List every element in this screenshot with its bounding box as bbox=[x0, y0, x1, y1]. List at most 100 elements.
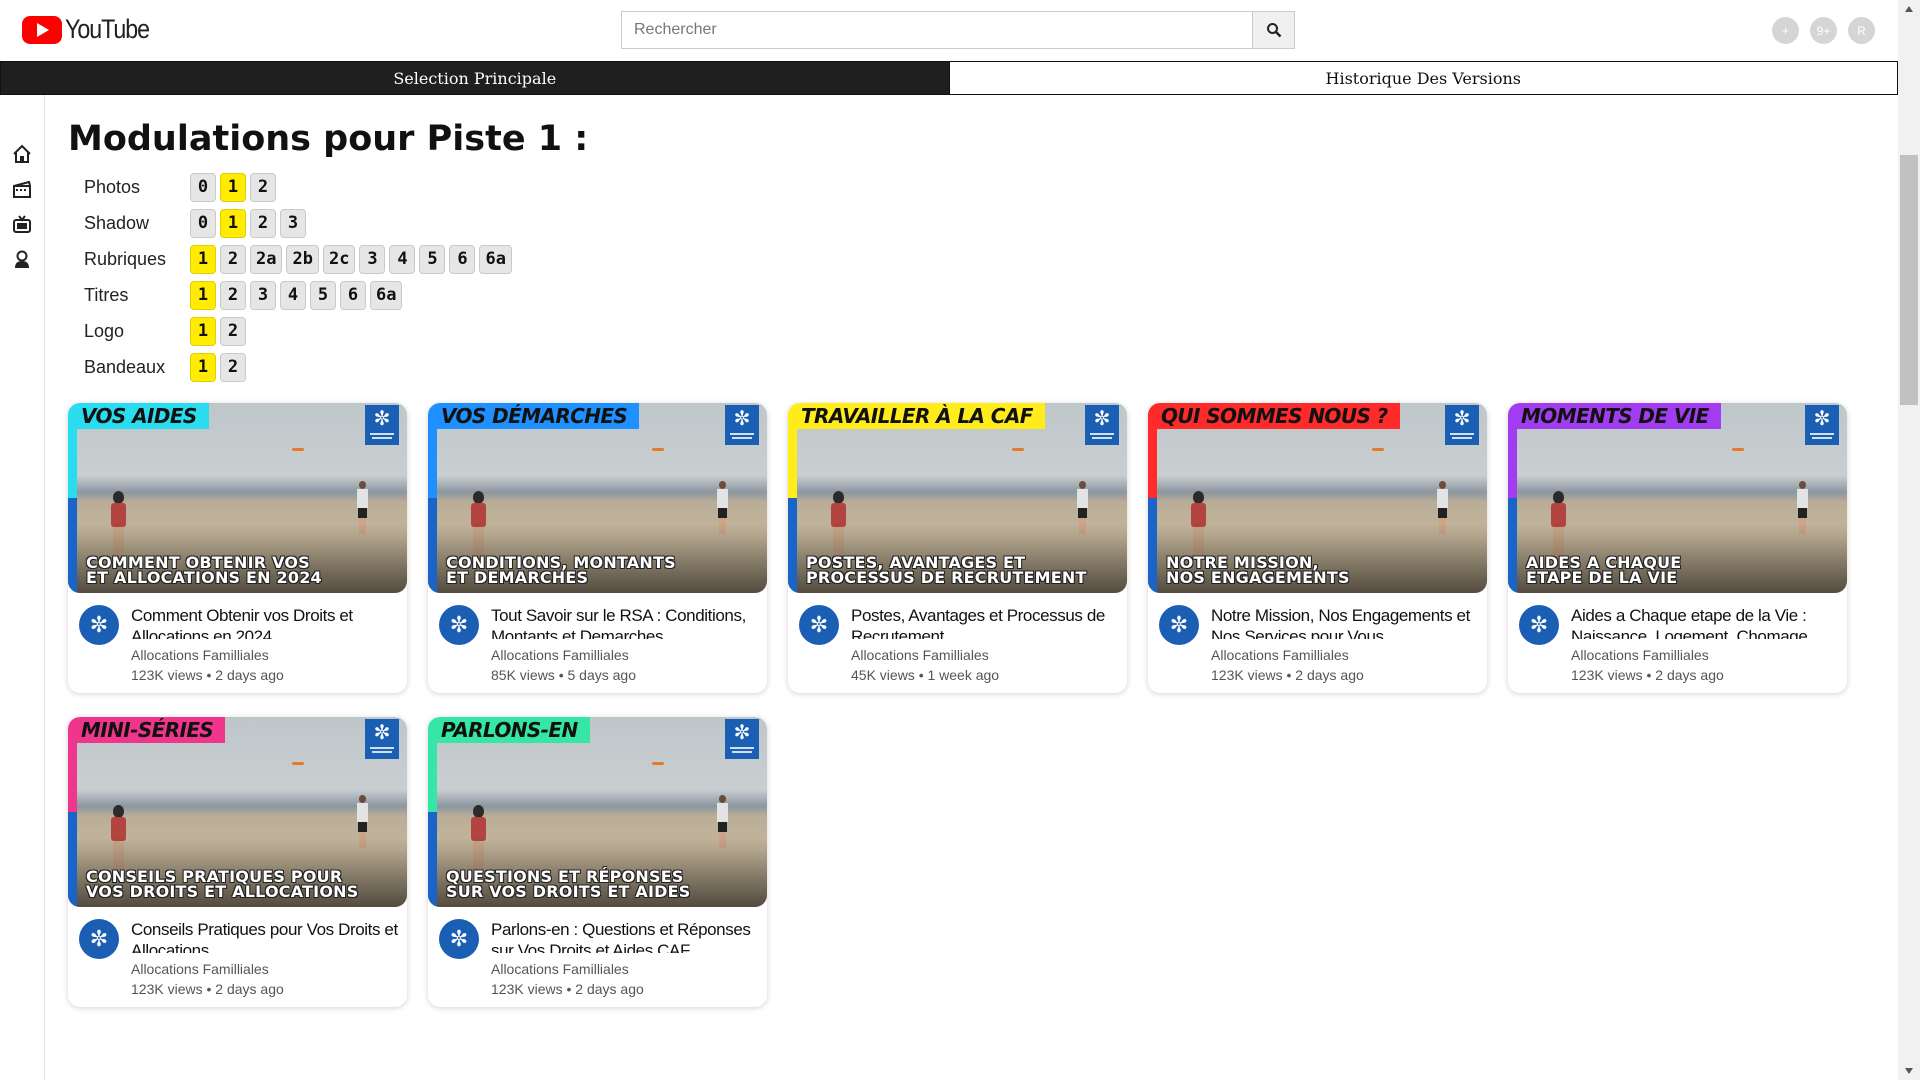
create-button[interactable]: + bbox=[1772, 17, 1799, 44]
video-meta: ✼ Conseils Pratiques pour Vos Droits et A… bbox=[68, 907, 407, 1007]
channel-avatar[interactable]: ✼ bbox=[799, 605, 839, 645]
video-thumbnail[interactable]: VOS AIDES ✼ COMMENT OBTENIR VOS ET ALLOCATI… bbox=[68, 403, 407, 593]
page-scrollbar[interactable] bbox=[1898, 0, 1920, 1080]
thumbnail-caption: CONDITIONS, MONTANTS ET DEMARCHES bbox=[446, 555, 676, 586]
video-title[interactable]: Notre Mission, Nos Engagements et Nos Se… bbox=[1211, 605, 1479, 639]
thumbnail-caption: POSTES, AVANTAGES ET PROCESSUS DE RECRUTE… bbox=[806, 555, 1087, 586]
option-chip-rubriques-5[interactable]: 5 bbox=[419, 244, 446, 274]
video-card[interactable]: TRAVAILLER À LA CAF ✼ POSTES, AVANTAGES ET… bbox=[788, 403, 1127, 693]
modulation-row-photos: Photos 0 1 2 bbox=[84, 169, 516, 205]
modulation-row-titres: Titres 1 2 3 4 5 6 6a bbox=[84, 277, 516, 313]
account-avatar[interactable]: R bbox=[1848, 17, 1875, 44]
header-actions: + 9+ R bbox=[1772, 17, 1875, 44]
play-logo-icon bbox=[22, 15, 62, 44]
option-chip-titres-5[interactable]: 5 bbox=[310, 280, 336, 310]
channel-avatar[interactable]: ✼ bbox=[1519, 605, 1559, 645]
video-card[interactable]: QUI SOMMES NOUS ? ✼ NOTRE MISSION, NOS ENGA… bbox=[1148, 403, 1487, 693]
video-meta: ✼ Comment Obtenir vos Droits et Allocatio… bbox=[68, 593, 407, 693]
option-chip-titres-4[interactable]: 4 bbox=[280, 280, 306, 310]
option-chip-rubriques-6a[interactable]: 6a bbox=[479, 244, 512, 274]
channel-name[interactable]: Allocations Familliales bbox=[851, 647, 989, 663]
option-chip-rubriques-2b[interactable]: 2b bbox=[286, 244, 319, 274]
user-icon[interactable] bbox=[11, 248, 33, 270]
option-chip-photos-0[interactable]: 0 bbox=[190, 172, 216, 202]
search-button[interactable] bbox=[1252, 11, 1295, 49]
option-chip-rubriques-1[interactable]: 1 bbox=[190, 244, 216, 274]
option-chip-photos-1[interactable]: 1 bbox=[220, 172, 246, 202]
video-title[interactable]: Aides a Chaque etape de la Vie : Naissan… bbox=[1571, 605, 1839, 639]
option-chip-rubriques-2c[interactable]: 2c bbox=[322, 244, 356, 274]
channel-avatar[interactable]: ✼ bbox=[439, 605, 479, 645]
video-stats: 45K views • 1 week ago bbox=[851, 667, 1000, 683]
channel-name[interactable]: Allocations Familliales bbox=[131, 647, 269, 663]
option-chip-titres-3[interactable]: 3 bbox=[250, 280, 276, 310]
option-chip-titres-6a[interactable]: 6a bbox=[370, 280, 403, 310]
option-chip-titres-2[interactable]: 2 bbox=[220, 280, 246, 310]
video-thumbnail[interactable]: MOMENTS DE VIE ✼ AIDES A CHAQUE ETAPE DE LA… bbox=[1508, 403, 1847, 593]
video-thumbnail[interactable]: PARLONS-EN ✼ QUESTIONS ET RÉPONSES SUR VOS … bbox=[428, 717, 767, 907]
video-title[interactable]: Postes, Avantages et Processus de Recrut… bbox=[851, 605, 1119, 639]
channel-name[interactable]: Allocations Familliales bbox=[1211, 647, 1349, 663]
home-icon[interactable] bbox=[11, 143, 33, 165]
frisbee bbox=[1372, 448, 1384, 451]
channel-name[interactable]: Allocations Familliales bbox=[491, 961, 629, 977]
youtube-logo[interactable]: YouTube bbox=[22, 14, 163, 45]
video-title[interactable]: Parlons-en : Questions et Réponses sur V… bbox=[491, 919, 759, 953]
option-chip-bandeaux-2[interactable]: 2 bbox=[220, 352, 246, 382]
video-card[interactable]: VOS AIDES ✼ COMMENT OBTENIR VOS ET ALLOCATI… bbox=[68, 403, 407, 693]
category-tag: TRAVAILLER À LA CAF bbox=[788, 403, 1045, 429]
video-card[interactable]: PARLONS-EN ✼ QUESTIONS ET RÉPONSES SUR VOS … bbox=[428, 717, 767, 1007]
scroll-thumb[interactable] bbox=[1900, 155, 1918, 405]
scroll-down-arrow-icon[interactable] bbox=[1905, 1068, 1913, 1074]
channel-avatar[interactable]: ✼ bbox=[79, 919, 119, 959]
option-chip-rubriques-2a[interactable]: 2a bbox=[250, 244, 283, 274]
video-thumbnail[interactable]: VOS DÉMARCHES ✼ CONDITIONS, MONTANTS ET DEM… bbox=[428, 403, 767, 593]
video-title[interactable]: Comment Obtenir vos Droits et Allocation… bbox=[131, 605, 399, 639]
channel-avatar[interactable]: ✼ bbox=[79, 605, 119, 645]
option-chip-rubriques-2[interactable]: 2 bbox=[220, 244, 246, 274]
option-chip-photos-2[interactable]: 2 bbox=[250, 172, 276, 202]
category-tag: MINI-SÉRIES bbox=[68, 717, 226, 743]
thumbnail-caption-line: ETAPE DE LA VIE bbox=[1526, 568, 1678, 587]
option-chip-titres-6[interactable]: 6 bbox=[340, 280, 366, 310]
option-chip-rubriques-6[interactable]: 6 bbox=[449, 244, 476, 274]
tv-icon[interactable] bbox=[11, 213, 33, 235]
thumbnail-caption-line: ET ALLOCATIONS EN 2024 bbox=[86, 568, 322, 587]
video-title[interactable]: Tout Savoir sur le RSA : Conditions, Mon… bbox=[491, 605, 759, 639]
channel-name[interactable]: Allocations Familliales bbox=[491, 647, 629, 663]
search-input[interactable] bbox=[621, 11, 1252, 49]
thumbnail-caption: COMMENT OBTENIR VOS ET ALLOCATIONS EN 202… bbox=[86, 555, 322, 587]
frisbee bbox=[652, 762, 664, 765]
caf-logo-icon: ✼ bbox=[1805, 405, 1839, 445]
video-thumbnail[interactable]: MINI-SÉRIES ✼ CONSEILS PRATIQUES POUR VOS D… bbox=[68, 717, 407, 907]
option-chip-titres-1[interactable]: 1 bbox=[190, 280, 216, 310]
clapperboard-icon[interactable] bbox=[11, 178, 33, 200]
video-title[interactable]: Conseils Pratiques pour Vos Droits et Al… bbox=[131, 919, 399, 953]
thumbnail-caption-line: SUR VOS DROITS ET AIDES bbox=[446, 882, 691, 901]
caf-logo-icon: ✼ bbox=[365, 405, 399, 445]
option-chip-shadow-1[interactable]: 1 bbox=[220, 208, 246, 238]
option-chip-shadow-3[interactable]: 3 bbox=[280, 208, 306, 238]
channel-name[interactable]: Allocations Familliales bbox=[1571, 647, 1709, 663]
video-thumbnail[interactable]: QUI SOMMES NOUS ? ✼ NOTRE MISSION, NOS ENGA… bbox=[1148, 403, 1487, 593]
channel-avatar[interactable]: ✼ bbox=[1159, 605, 1199, 645]
tab-historique-des-versions[interactable]: Historique Des Versions bbox=[948, 62, 1897, 94]
video-card[interactable]: VOS DÉMARCHES ✼ CONDITIONS, MONTANTS ET DEM… bbox=[428, 403, 767, 693]
option-chip-logo-2[interactable]: 2 bbox=[220, 316, 246, 346]
scroll-up-arrow-icon[interactable] bbox=[1905, 6, 1913, 12]
video-card[interactable]: MINI-SÉRIES ✼ CONSEILS PRATIQUES POUR VOS D… bbox=[68, 717, 407, 1007]
option-chip-bandeaux-1[interactable]: 1 bbox=[190, 352, 216, 382]
video-thumbnail[interactable]: TRAVAILLER À LA CAF ✼ POSTES, AVANTAGES ET… bbox=[788, 403, 1127, 593]
option-chip-shadow-2[interactable]: 2 bbox=[250, 208, 276, 238]
option-chip-logo-1[interactable]: 1 bbox=[190, 316, 216, 346]
thumbnail-caption-line: VOS DROITS ET ALLOCATIONS bbox=[86, 882, 359, 901]
notifications-button[interactable]: 9+ bbox=[1810, 17, 1837, 44]
channel-avatar[interactable]: ✼ bbox=[439, 919, 479, 959]
option-chip-shadow-0[interactable]: 0 bbox=[190, 208, 216, 238]
option-chip-rubriques-3[interactable]: 3 bbox=[359, 244, 386, 274]
thumbnail-caption-line: NOS ENGAGEMENTS bbox=[1166, 568, 1350, 587]
channel-name[interactable]: Allocations Familliales bbox=[131, 961, 269, 977]
tab-selection-principale[interactable]: Selection Principale bbox=[1, 62, 949, 94]
option-chip-rubriques-4[interactable]: 4 bbox=[389, 244, 416, 274]
video-card[interactable]: MOMENTS DE VIE ✼ AIDES A CHAQUE ETAPE DE LA… bbox=[1508, 403, 1847, 693]
